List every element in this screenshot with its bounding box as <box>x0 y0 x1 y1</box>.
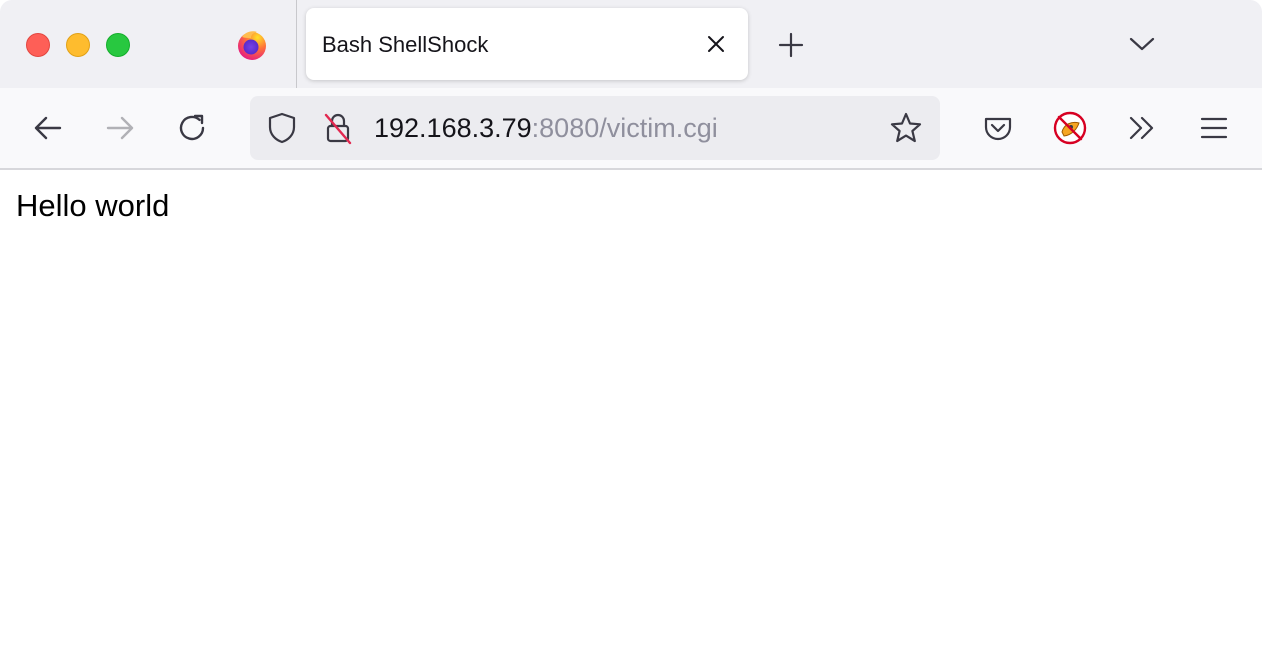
url-path: :8080/victim.cgi <box>531 113 718 143</box>
url-host: 192.168.3.79 <box>374 113 532 143</box>
pocket-icon[interactable] <box>980 110 1016 146</box>
tab-close-icon[interactable] <box>702 30 730 58</box>
url-text[interactable]: 192.168.3.79:8080/victim.cgi <box>374 113 718 144</box>
bookmark-star-icon[interactable] <box>888 110 924 146</box>
window-maximize-button[interactable] <box>106 33 130 57</box>
tab-title: Bash ShellShock <box>322 32 489 57</box>
forward-arrow-icon[interactable] <box>102 110 138 146</box>
page-body-text: Hello world <box>16 188 170 223</box>
window-minimize-button[interactable] <box>66 33 90 57</box>
reload-icon[interactable] <box>174 110 210 146</box>
overflow-chevron-icon[interactable] <box>1124 110 1160 146</box>
new-tab-plus-icon[interactable] <box>776 30 806 60</box>
address-bar[interactable]: 192.168.3.79:8080/victim.cgi <box>250 96 940 160</box>
tab-strip: Bash ShellShock <box>0 0 1262 88</box>
extension-icon[interactable] <box>1052 110 1088 146</box>
tracking-protection-shield-icon[interactable] <box>264 110 300 146</box>
hamburger-menu-icon[interactable] <box>1196 110 1232 146</box>
firefox-logo-icon <box>236 29 268 61</box>
list-all-tabs-chevron-down-icon[interactable] <box>1126 28 1158 60</box>
tab-active[interactable]: Bash ShellShock <box>306 8 748 80</box>
navigation-toolbar: 192.168.3.79:8080/victim.cgi <box>0 88 1262 170</box>
back-arrow-icon[interactable] <box>30 110 66 146</box>
window-close-button[interactable] <box>26 33 50 57</box>
insecure-lock-icon[interactable] <box>320 110 356 146</box>
browser-window: Bash ShellShock 192.168.3.79:8080/victim… <box>0 0 1262 662</box>
tab-separator <box>296 0 297 88</box>
page-content: Hello world <box>0 170 1262 662</box>
